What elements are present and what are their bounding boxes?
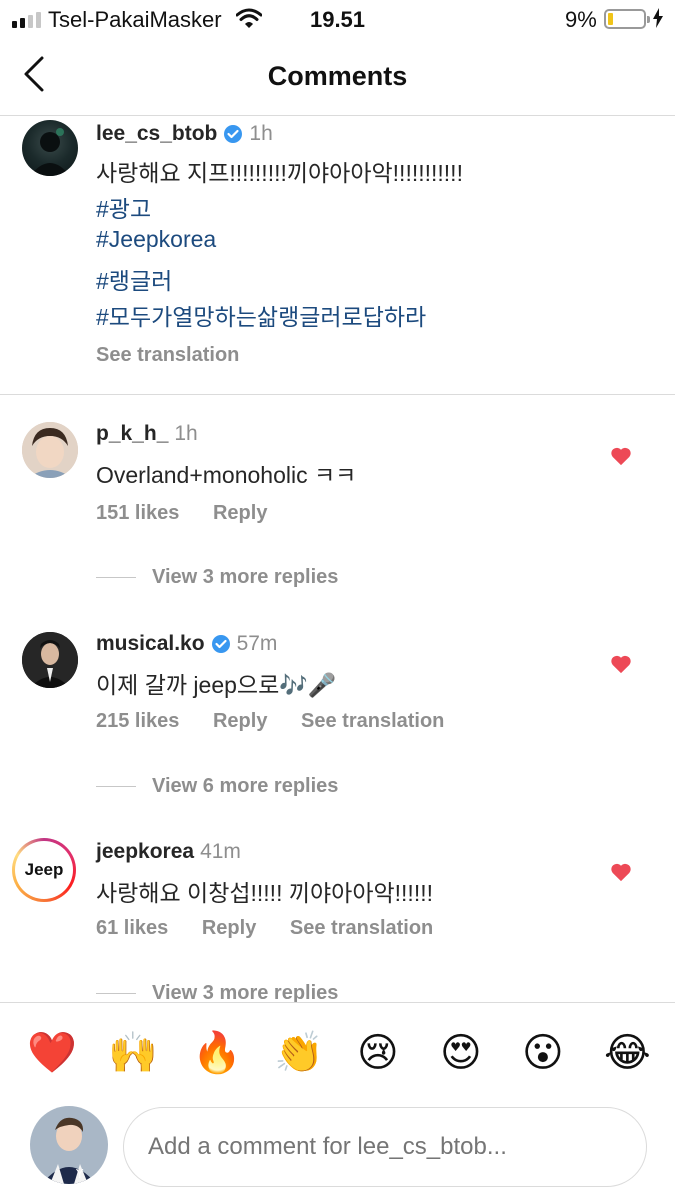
view-more-replies[interactable]: View 3 more replies: [96, 566, 338, 589]
heart-icon[interactable]: [610, 862, 632, 882]
timestamp: 1h: [249, 122, 273, 145]
reply-button[interactable]: Reply: [213, 710, 267, 732]
hashtag[interactable]: #광고: [96, 190, 151, 224]
emoji-surprised-button[interactable]: 😮: [522, 1029, 564, 1077]
view-replies-label[interactable]: View 6 more replies: [152, 775, 338, 798]
heart-icon[interactable]: [610, 446, 632, 466]
comment-composer: Y: [0, 1102, 675, 1200]
see-translation-link[interactable]: See translation: [301, 710, 444, 732]
svg-text:Y: Y: [75, 1167, 84, 1181]
emoji-crying-button[interactable]: 😢: [357, 1029, 399, 1077]
username[interactable]: musical.ko: [96, 632, 205, 656]
current-user-avatar: Y: [30, 1106, 108, 1184]
verified-badge-icon: [211, 635, 230, 653]
hashtag[interactable]: #모두가열망하는삶랭글러로답하라: [96, 298, 426, 332]
username[interactable]: lee_cs_btob: [96, 122, 217, 146]
comment-input[interactable]: [123, 1107, 647, 1187]
timestamp: 1h: [174, 422, 198, 445]
comment-text: Overland+monoholic ㅋㅋ: [96, 462, 357, 488]
emoji-heart-button[interactable]: ❤️: [27, 1029, 77, 1077]
comment-list[interactable]: lee_cs_btob 1h 사랑해요 지프!!!!!!!!!끼야아아악!!!!…: [0, 116, 675, 1002]
heart-icon[interactable]: [610, 654, 632, 674]
see-translation-link[interactable]: See translation: [290, 917, 433, 939]
hashtag[interactable]: #랭글러: [96, 262, 172, 296]
reply-button[interactable]: Reply: [202, 917, 256, 939]
caption-text: 사랑해요 지프!!!!!!!!!끼야아아악!!!!!!!!!!!: [96, 160, 463, 186]
view-more-replies[interactable]: View 6 more replies: [96, 775, 338, 798]
timestamp: 41m: [200, 840, 241, 863]
timestamp: 57m: [236, 632, 278, 655]
emoji-laughing-button[interactable]: 😂: [604, 1029, 651, 1077]
emoji-heart-eyes-button[interactable]: 😍: [440, 1029, 482, 1077]
username[interactable]: p_k_h_: [96, 422, 168, 446]
avatar[interactable]: Jeep: [12, 838, 76, 902]
view-replies-label[interactable]: View 3 more replies: [152, 982, 338, 1002]
divider: [0, 394, 675, 395]
battery-percentage: 9%: [565, 7, 597, 32]
page-title: Comments: [267, 61, 408, 91]
emoji-raised-hands-button[interactable]: 🙌: [108, 1029, 158, 1077]
reply-button[interactable]: Reply: [213, 502, 267, 524]
view-more-replies[interactable]: View 3 more replies: [96, 982, 338, 1002]
comment-text: 이제 갈까 jeep으로🎶🎤: [96, 672, 337, 698]
avatar[interactable]: [22, 632, 78, 688]
charging-icon: [653, 8, 663, 28]
avatar[interactable]: [22, 120, 78, 176]
jeep-logo: Jeep: [15, 841, 73, 899]
verified-badge-icon: [224, 125, 243, 143]
likes-count[interactable]: 61 likes: [96, 917, 168, 939]
likes-count[interactable]: 151 likes: [96, 502, 179, 524]
avatar[interactable]: [22, 422, 78, 478]
likes-count[interactable]: 215 likes: [96, 710, 179, 732]
nav-header: Comments: [0, 40, 675, 116]
emoji-clap-button[interactable]: 👏: [274, 1029, 324, 1077]
username[interactable]: jeepkorea: [96, 840, 194, 864]
battery-icon: [604, 9, 650, 29]
view-replies-label[interactable]: View 3 more replies: [152, 566, 338, 589]
see-translation-link[interactable]: See translation: [96, 344, 239, 367]
comment-text: 사랑해요 이창섭!!!!! 끼야아아악!!!!!!: [96, 880, 433, 906]
emoji-fire-button[interactable]: 🔥: [192, 1029, 242, 1077]
hashtag[interactable]: #Jeepkorea: [96, 226, 216, 253]
status-bar: Tsel-PakaiMasker 19.51 9%: [0, 0, 675, 40]
emoji-quick-bar: ❤️ 🙌 🔥 👏 😢 😍 😮 😂: [0, 1002, 675, 1102]
